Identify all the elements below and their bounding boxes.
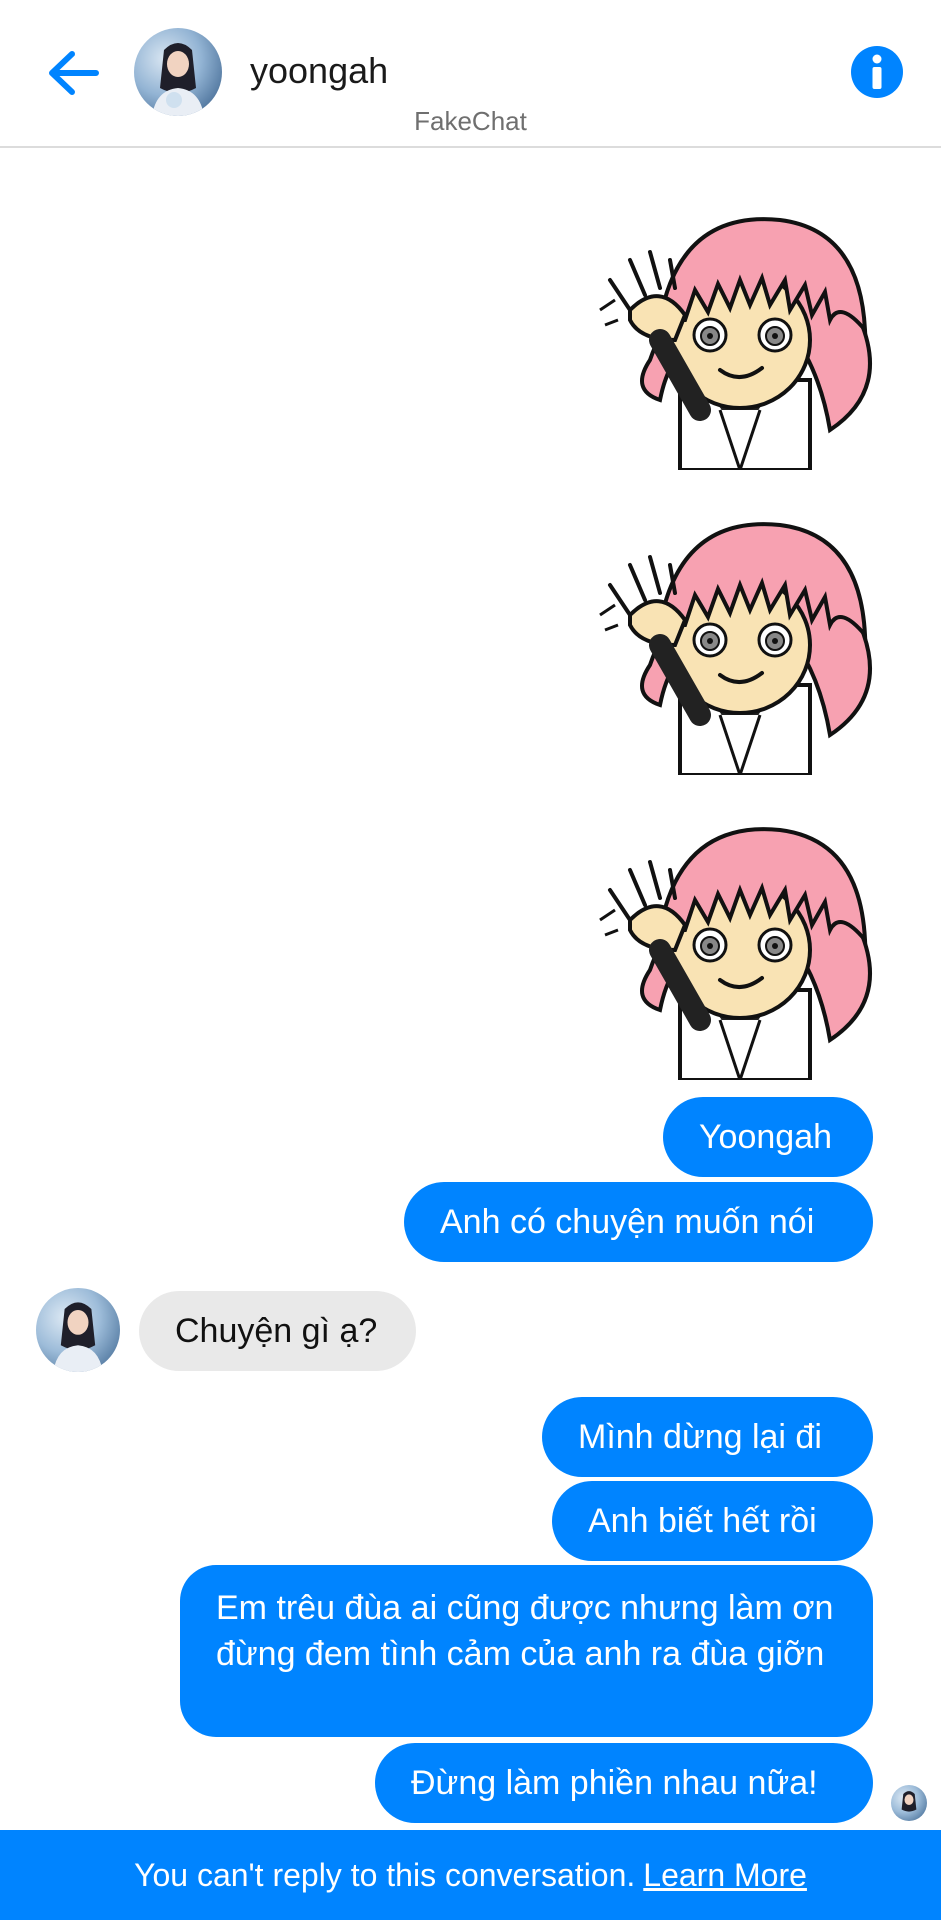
- sticker-pink-hair-girl-waving[interactable]: [590, 790, 880, 1080]
- message-bubble-outgoing[interactable]: Yoongah: [663, 1097, 873, 1177]
- sticker-pink-hair-girl-waving[interactable]: [590, 485, 880, 775]
- conversation-closed-banner: You can't reply to this conversation. Le…: [0, 1830, 941, 1920]
- message-text: Mình dừng lại đi: [578, 1418, 822, 1456]
- contact-name[interactable]: yoongah: [250, 50, 388, 92]
- message-bubble-outgoing[interactable]: Đừng làm phiền nhau nữa!: [375, 1743, 873, 1823]
- message-bubble-outgoing[interactable]: Anh có chuyện muốn nói: [404, 1182, 873, 1262]
- message-bubble-outgoing[interactable]: Anh biết hết rồi: [552, 1481, 873, 1561]
- message-text: Yoongah: [699, 1118, 833, 1156]
- message-text: Em trêu đùa ai cũng được nhưng làm ơn đừ…: [216, 1589, 834, 1673]
- app-label: FakeChat: [414, 106, 527, 136]
- message-bubble-incoming[interactable]: Chuyện gì ạ?: [139, 1291, 416, 1371]
- read-receipt-avatar: [891, 1785, 927, 1821]
- info-icon[interactable]: [850, 45, 904, 99]
- contact-avatar[interactable]: [134, 28, 222, 116]
- contact-avatar-small[interactable]: [36, 1288, 120, 1372]
- learn-more-link[interactable]: Learn More: [643, 1857, 807, 1894]
- message-text: Anh biết hết rồi: [588, 1502, 817, 1540]
- message-bubble-outgoing[interactable]: Em trêu đùa ai cũng được nhưng làm ơn đừ…: [180, 1565, 873, 1737]
- sticker-pink-hair-girl-waving[interactable]: [590, 180, 880, 470]
- message-bubble-outgoing[interactable]: Mình dừng lại đi: [542, 1397, 873, 1477]
- closed-notice: You can't reply to this conversation.: [134, 1856, 636, 1893]
- message-text: Đừng làm phiền nhau nữa!: [411, 1764, 818, 1802]
- arrow-left-icon[interactable]: [40, 38, 110, 108]
- chat-header: yoongah FakeChat: [0, 0, 941, 148]
- message-text: Chuyện gì ạ?: [175, 1312, 378, 1350]
- message-text: Anh có chuyện muốn nói: [440, 1203, 815, 1241]
